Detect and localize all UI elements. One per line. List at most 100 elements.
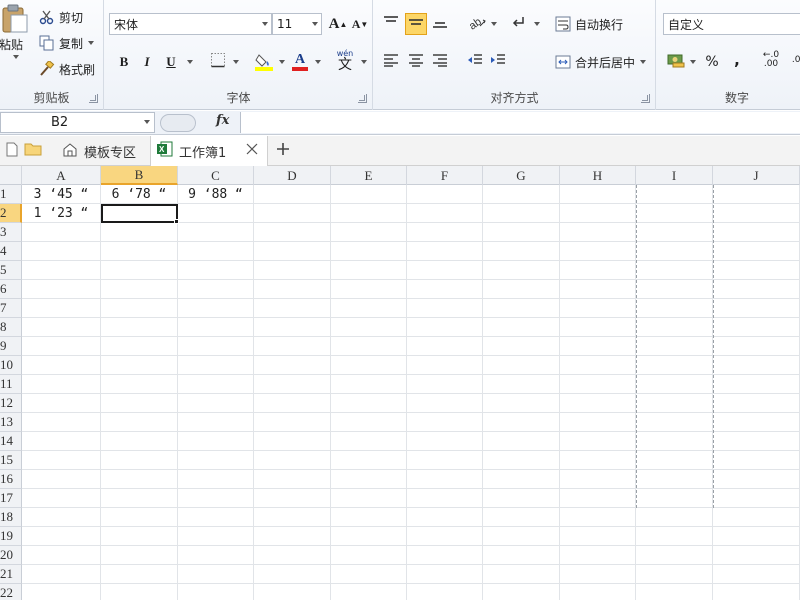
cell-j8[interactable] (713, 318, 800, 337)
cell-e1[interactable] (331, 185, 407, 204)
cell-i8[interactable] (636, 318, 713, 337)
row-header-19[interactable]: 19 (0, 527, 22, 546)
cell-c6[interactable] (178, 280, 254, 299)
cell-j4[interactable] (713, 242, 800, 261)
cell-j13[interactable] (713, 413, 800, 432)
cell-b8[interactable] (101, 318, 178, 337)
cell-b10[interactable] (101, 356, 178, 375)
cell-g15[interactable] (483, 451, 560, 470)
cell-j6[interactable] (713, 280, 800, 299)
cell-g5[interactable] (483, 261, 560, 280)
cell-d18[interactable] (254, 508, 331, 527)
row-header-14[interactable]: 14 (0, 432, 22, 451)
cell-e21[interactable] (331, 565, 407, 584)
cell-c12[interactable] (178, 394, 254, 413)
cell-i3[interactable] (636, 223, 713, 242)
border-button[interactable] (207, 51, 229, 73)
row-header-5[interactable]: 5 (0, 261, 22, 280)
cell-b9[interactable] (101, 337, 178, 356)
row-header-15[interactable]: 15 (0, 451, 22, 470)
cell-a9[interactable] (22, 337, 101, 356)
cell-d12[interactable] (254, 394, 331, 413)
row-header-18[interactable]: 18 (0, 508, 22, 527)
decrease-decimal-button[interactable]: .00 (787, 49, 800, 71)
cell-i20[interactable] (636, 546, 713, 565)
cell-a5[interactable] (22, 261, 101, 280)
font-size-select[interactable]: 11 (272, 13, 322, 35)
currency-dropdown-icon[interactable] (690, 60, 696, 64)
cell-i14[interactable] (636, 432, 713, 451)
add-tab-button[interactable] (270, 136, 300, 166)
orientation-dropdown-icon[interactable] (491, 22, 497, 26)
cell-b11[interactable] (101, 375, 178, 394)
column-header-e[interactable]: E (331, 166, 407, 185)
cell-f9[interactable] (407, 337, 483, 356)
cell-g3[interactable] (483, 223, 560, 242)
cell-g13[interactable] (483, 413, 560, 432)
cell-d4[interactable] (254, 242, 331, 261)
cell-g8[interactable] (483, 318, 560, 337)
cell-d2[interactable] (254, 204, 331, 223)
cell-f8[interactable] (407, 318, 483, 337)
percent-button[interactable]: % (701, 51, 723, 73)
cell-i1[interactable] (636, 185, 713, 204)
cell-j9[interactable] (713, 337, 800, 356)
row-header-11[interactable]: 11 (0, 375, 22, 394)
grow-font-button[interactable]: A ▲ (327, 13, 349, 35)
cell-i5[interactable] (636, 261, 713, 280)
cell-c18[interactable] (178, 508, 254, 527)
cell-j17[interactable] (713, 489, 800, 508)
cell-d3[interactable] (254, 223, 331, 242)
cell-j21[interactable] (713, 565, 800, 584)
cell-g7[interactable] (483, 299, 560, 318)
open-folder-button[interactable] (18, 136, 52, 166)
align-top-button[interactable] (380, 13, 402, 35)
cell-j22[interactable] (713, 584, 800, 600)
formula-bar-splitter[interactable] (160, 114, 196, 132)
cell-j18[interactable] (713, 508, 800, 527)
cell-a21[interactable] (22, 565, 101, 584)
cell-h17[interactable] (560, 489, 636, 508)
cell-e2[interactable] (331, 204, 407, 223)
column-header-d[interactable]: D (254, 166, 331, 185)
align-bottom-button[interactable] (429, 13, 451, 35)
cell-a17[interactable] (22, 489, 101, 508)
worksheet-grid[interactable]: ABCDEFGHIJ 1 2 3 4 5 6 7 8 9 10 11 12 13 14 15 16 17 18 19… (0, 166, 800, 600)
column-header-c[interactable]: C (178, 166, 254, 185)
cell-a19[interactable] (22, 527, 101, 546)
cell-a11[interactable] (22, 375, 101, 394)
cell-e19[interactable] (331, 527, 407, 546)
clipboard-launcher-icon[interactable] (89, 94, 98, 103)
cell-g14[interactable] (483, 432, 560, 451)
wrap-text-button[interactable]: 自动换行 (554, 13, 623, 35)
cell-h10[interactable] (560, 356, 636, 375)
cell-g10[interactable] (483, 356, 560, 375)
cell-g18[interactable] (483, 508, 560, 527)
cell-h6[interactable] (560, 280, 636, 299)
cell-g20[interactable] (483, 546, 560, 565)
row-header-12[interactable]: 12 (0, 394, 22, 413)
font-launcher-icon[interactable] (358, 94, 367, 103)
increase-indent-button[interactable] (487, 51, 509, 73)
cell-e17[interactable] (331, 489, 407, 508)
cell-a6[interactable] (22, 280, 101, 299)
shrink-font-button[interactable]: A ▼ (349, 13, 371, 35)
cell-b17[interactable] (101, 489, 178, 508)
cell-e12[interactable] (331, 394, 407, 413)
fill-handle[interactable] (174, 219, 179, 224)
cell-h7[interactable] (560, 299, 636, 318)
cell-a15[interactable] (22, 451, 101, 470)
active-cell-outline[interactable] (101, 204, 178, 223)
cell-b5[interactable] (101, 261, 178, 280)
align-left-button[interactable] (380, 51, 402, 73)
cell-b20[interactable] (101, 546, 178, 565)
cell-f19[interactable] (407, 527, 483, 546)
cell-f21[interactable] (407, 565, 483, 584)
cell-b12[interactable] (101, 394, 178, 413)
row-header-9[interactable]: 9 (0, 337, 22, 356)
cell-e16[interactable] (331, 470, 407, 489)
cell-h1[interactable] (560, 185, 636, 204)
cell-f3[interactable] (407, 223, 483, 242)
cell-f1[interactable] (407, 185, 483, 204)
bold-button[interactable]: B (113, 51, 135, 73)
